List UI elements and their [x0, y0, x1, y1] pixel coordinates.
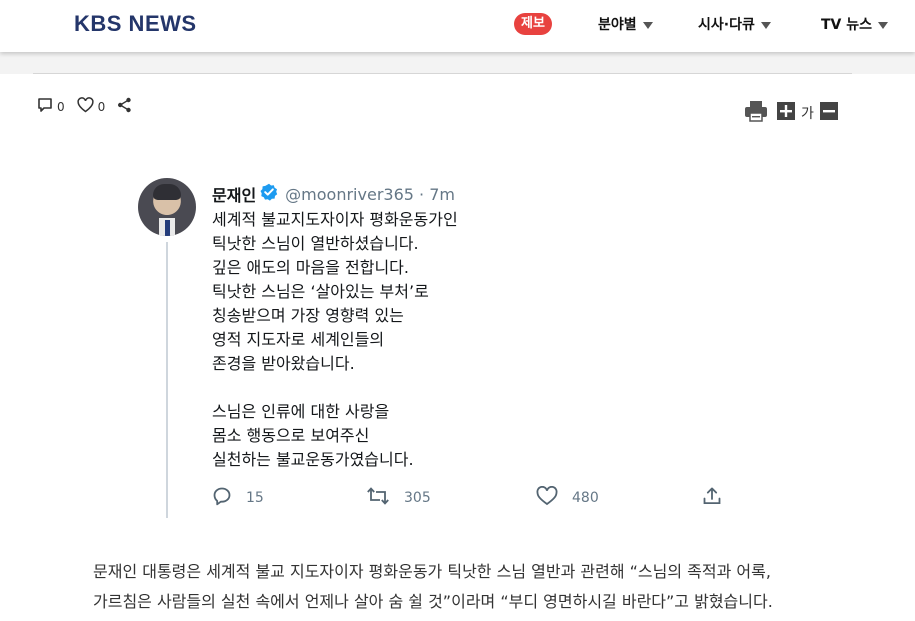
heart-icon — [536, 485, 558, 510]
nav-tv-news-menu[interactable]: TV 뉴스 — [821, 14, 889, 34]
nav-category-menu[interactable]: 분야별 — [598, 14, 653, 34]
tweet-line: 영적 지도자로 세계인들의 — [212, 330, 385, 349]
comment-button[interactable]: 0 — [37, 97, 65, 117]
like-count: 480 — [572, 490, 599, 506]
caret-down-icon — [878, 21, 889, 29]
tweet-line: 틱낫한 스님이 열반하셨습니다. — [212, 234, 419, 253]
tweet-line: 존경을 받아왔습니다. — [212, 354, 355, 373]
retweet-count: 305 — [404, 490, 431, 506]
heart-icon — [77, 97, 94, 117]
font-size-label: 가 — [801, 106, 814, 122]
tweet-header: 문재인 @moonriver365 · 7m — [212, 182, 455, 206]
comment-count: 0 — [57, 100, 65, 114]
font-decrease-icon[interactable] — [819, 102, 838, 124]
nav-tv-news-label: TV 뉴스 — [821, 17, 873, 33]
article-body: 문재인 대통령은 세계적 불교 지도자이자 평화운동가 틱낫한 스님 열반과 관… — [93, 557, 853, 617]
tip-button[interactable]: 제보 — [514, 13, 552, 35]
like-count: 0 — [97, 100, 106, 114]
nav-category-label: 분야별 — [598, 17, 637, 33]
comment-icon — [37, 97, 53, 117]
share-button[interactable] — [117, 97, 132, 117]
tweet-line: 틱낫한 스님은 ‘살아있는 부처’로 — [212, 282, 429, 301]
retweet-icon — [366, 486, 390, 510]
tweet-text: 세계적 불교지도자이자 평화운동가인 틱낫한 스님이 열반하셨습니다. 깊은 애… — [212, 208, 592, 472]
caret-down-icon — [760, 21, 771, 29]
article-line: 가르침은 사람들의 실천 속에서 언제나 살아 숨 쉴 것”이라며 “부디 영면… — [93, 592, 773, 611]
tweet-line: 실천하는 불교운동가였습니다. — [212, 450, 414, 469]
reply-icon — [212, 486, 232, 510]
article-line: 문재인 대통령은 세계적 불교 지도자이자 평화운동가 틱낫한 스님 열반과 관… — [93, 562, 771, 581]
like-button[interactable]: 0 — [77, 97, 106, 117]
reply-count: 15 — [246, 490, 264, 506]
tweet-line: 스님은 인류에 대한 사랑을 — [212, 402, 390, 421]
avatar-tie — [165, 220, 170, 236]
divider — [33, 73, 852, 74]
avatar[interactable] — [138, 178, 196, 236]
author-name[interactable]: 문재인 — [212, 182, 256, 206]
share-icon — [117, 97, 132, 117]
verified-badge-icon — [260, 183, 278, 205]
kbs-news-logo[interactable]: KBS NEWS — [74, 11, 197, 37]
tweet-actions: 15 305 480 — [212, 485, 732, 510]
font-increase-icon[interactable] — [777, 102, 795, 124]
site-header: KBS NEWS 제보 분야별 시사·다큐 TV 뉴스 — [0, 0, 915, 52]
embedded-tweet: 문재인 @moonriver365 · 7m 세계적 불교지도자이자 평화운동가… — [138, 178, 738, 523]
nav-current-affairs-label: 시사·다큐 — [698, 17, 755, 33]
article-toolbar: 0 0 — [37, 97, 144, 117]
print-icon[interactable] — [744, 100, 768, 126]
tweet-share-button[interactable] — [702, 486, 722, 510]
tweet-line: 깊은 애도의 마음을 전합니다. — [212, 258, 409, 277]
caret-down-icon — [642, 21, 653, 29]
tweet-like-button[interactable]: 480 — [536, 485, 599, 510]
thread-line — [166, 242, 168, 518]
tweet-line: 몸소 행동으로 보여주신 — [212, 426, 370, 445]
article-tools-right: 가 — [744, 100, 838, 126]
tweet-line: 칭송받으며 가장 영향력 있는 — [212, 306, 404, 325]
tweet-line: 세계적 불교지도자이자 평화운동가인 — [212, 210, 458, 229]
avatar-hair — [153, 184, 181, 200]
retweet-button[interactable]: 305 — [366, 486, 431, 510]
reply-button[interactable]: 15 — [212, 486, 264, 510]
author-handle[interactable]: @moonriver365 · 7m — [285, 185, 455, 204]
upload-icon — [702, 486, 722, 510]
nav-current-affairs-menu[interactable]: 시사·다큐 — [698, 14, 771, 34]
header-band — [0, 52, 915, 74]
